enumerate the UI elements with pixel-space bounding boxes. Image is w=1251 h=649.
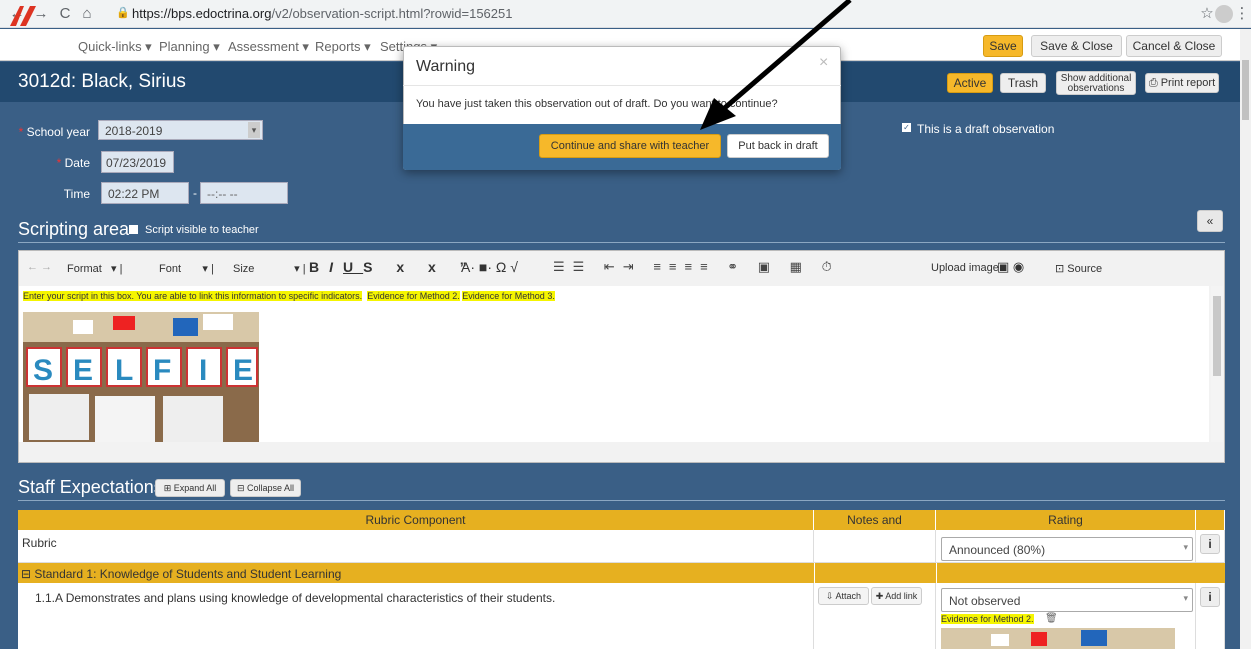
script-text-line: Enter your script in this box. You are a… bbox=[23, 291, 555, 301]
print-report-button[interactable]: ⎙ Print report bbox=[1145, 73, 1219, 93]
col-rating: Rating bbox=[936, 510, 1196, 530]
chevron-down-icon: ▾ bbox=[1183, 542, 1188, 552]
evidence-thumbnail bbox=[941, 628, 1175, 649]
editor-toolbar: ← → Format ▾ | Font ▾ | Size ▾ | BIUS x … bbox=[19, 256, 1223, 280]
page-title: 3012d: Black, Sirius bbox=[18, 71, 186, 92]
rating-select[interactable]: Not observed ▾ bbox=[941, 588, 1193, 612]
rubric-row-notes bbox=[814, 530, 936, 563]
add-link-button[interactable]: ✚ Add link bbox=[871, 587, 922, 605]
indicator-row-text: 1.1.A Demonstrates and plans using knowl… bbox=[18, 583, 814, 649]
trash-icon[interactable]: 🗑 bbox=[1045, 613, 1058, 624]
undo-icon[interactable]: ← → bbox=[27, 261, 52, 273]
selfie-photo: SELFIE bbox=[23, 312, 259, 442]
col-rubric-component: Rubric Component bbox=[18, 510, 814, 530]
font-dropdown[interactable]: Font ▾ | bbox=[159, 262, 214, 275]
format-dropdown[interactable]: Format ▾ | bbox=[67, 262, 122, 275]
date-label: * Date bbox=[56, 156, 90, 170]
expand-all-button[interactable]: ⊞ Expand All bbox=[155, 479, 225, 497]
svg-text:I: I bbox=[199, 354, 207, 387]
standard-divider bbox=[936, 563, 937, 583]
edoctrina-logo[interactable] bbox=[6, 4, 42, 28]
profile-avatar[interactable] bbox=[1215, 5, 1233, 23]
color-buttons[interactable]: A· ■· Ω √ bbox=[461, 259, 518, 275]
camera-icon[interactable]: ▣ ◉ bbox=[997, 259, 1024, 275]
menu-planning[interactable]: Planning ▾ bbox=[159, 39, 220, 55]
home-icon[interactable]: ⌂ bbox=[78, 4, 96, 24]
svg-text:E: E bbox=[73, 354, 93, 387]
upload-image-button[interactable]: Upload image bbox=[931, 262, 999, 274]
print-label: Print report bbox=[1160, 77, 1216, 89]
active-tab[interactable]: Active bbox=[947, 73, 993, 93]
section-divider bbox=[18, 500, 1225, 501]
time-end-input[interactable]: --:-- -- bbox=[200, 182, 288, 204]
svg-text:F: F bbox=[153, 354, 171, 387]
editor-content[interactable]: Enter your script in this box. You are a… bbox=[19, 286, 1223, 442]
col-info bbox=[1196, 510, 1225, 530]
rubric-row-label: Rubric bbox=[18, 530, 814, 563]
size-dropdown[interactable]: Size ▾ | bbox=[233, 262, 306, 275]
draft-checkbox[interactable]: ✓ bbox=[902, 123, 911, 132]
url-domain: https://bps.edoctrina.org bbox=[132, 6, 272, 21]
time-label: Time bbox=[63, 187, 90, 201]
trash-tab[interactable]: Trash bbox=[1000, 73, 1046, 93]
save-close-button[interactable]: Save & Close bbox=[1031, 35, 1122, 57]
save-button[interactable]: Save bbox=[983, 35, 1023, 57]
school-year-label: * School year bbox=[18, 125, 90, 139]
source-button[interactable]: ⊡ Source bbox=[1055, 262, 1102, 275]
attach-button[interactable]: ⇩ Attach bbox=[818, 587, 869, 605]
evidence-tag-3[interactable]: Evidence for Method 3. bbox=[462, 291, 555, 301]
row-evidence-tag[interactable]: Evidence for Method 2. bbox=[941, 614, 1034, 624]
browser-menu-icon[interactable]: ⋮ bbox=[1233, 4, 1251, 24]
print-icon: ⎙ bbox=[1148, 77, 1161, 89]
menu-assessment[interactable]: Assessment ▾ bbox=[228, 39, 309, 55]
school-year-select[interactable]: 2018-2019 bbox=[98, 120, 263, 140]
info-button[interactable]: i bbox=[1200, 534, 1220, 554]
chevron-down-icon: ▾ bbox=[1183, 593, 1188, 603]
menu-quick-links[interactable]: Quick-links ▾ bbox=[78, 39, 152, 55]
show-additional-button[interactable]: Show additional observations bbox=[1056, 71, 1136, 95]
rubric-select[interactable]: Announced (80%) ▾ bbox=[941, 537, 1193, 561]
section-divider bbox=[18, 242, 1225, 243]
script-visible-label: Script visible to teacher bbox=[145, 224, 259, 236]
star-icon[interactable]: ☆ bbox=[1198, 4, 1216, 24]
script-text: Enter your script in this box. You are a… bbox=[23, 291, 363, 301]
draft-label: This is a draft observation bbox=[917, 122, 1055, 136]
svg-text:E: E bbox=[233, 354, 253, 387]
modal-title: Warning bbox=[416, 58, 475, 75]
svg-text:L: L bbox=[115, 354, 133, 387]
scripting-title: Scripting area bbox=[18, 219, 130, 239]
url-path: /v2/observation-script.html?rowid=156251 bbox=[271, 6, 513, 21]
list-align-buttons[interactable]: ☰☰ ⇤⇥ ≡≡≡≡ ⚭ ▣ ▦ ⏱ bbox=[553, 259, 840, 275]
time-separator: - bbox=[193, 186, 197, 200]
info-button[interactable]: i bbox=[1200, 587, 1220, 607]
collapse-panel-button[interactable]: « bbox=[1197, 210, 1223, 232]
date-input[interactable]: 07/23/2019 bbox=[101, 151, 174, 173]
col-notes: Notes and Attachments bbox=[814, 510, 936, 547]
cancel-close-button[interactable]: Cancel & Close bbox=[1126, 35, 1222, 57]
script-visible-checkbox[interactable] bbox=[129, 225, 138, 234]
url-text[interactable]: https://bps.edoctrina.org/v2/observation… bbox=[132, 6, 512, 21]
page-scrollbar[interactable] bbox=[1240, 29, 1251, 649]
school-year-value: 2018-2019 bbox=[105, 124, 163, 138]
chevron-down-icon[interactable]: ▾ bbox=[248, 122, 260, 138]
editor-scrollbar-thumb[interactable] bbox=[1213, 296, 1221, 376]
show-additional-line2: observations bbox=[1067, 83, 1125, 94]
collapse-all-button[interactable]: ⊟ Collapse All bbox=[230, 479, 301, 497]
reload-icon[interactable]: C bbox=[56, 4, 74, 24]
time-start-input[interactable]: 02:22 PM bbox=[101, 182, 189, 204]
menu-reports[interactable]: Reports ▾ bbox=[315, 39, 371, 55]
evidence-tag-2[interactable]: Evidence for Method 2. bbox=[367, 291, 460, 301]
svg-text:S: S bbox=[33, 354, 53, 387]
staff-expectations-title: Staff Expectations bbox=[18, 477, 163, 497]
scrollbar-thumb[interactable] bbox=[1242, 60, 1249, 120]
format-buttons[interactable]: BIUS x x ” bbox=[309, 259, 477, 275]
standard-label[interactable]: ⊟ Standard 1: Knowledge of Students and … bbox=[21, 567, 341, 581]
annotation-arrow bbox=[700, 0, 852, 130]
standard-divider bbox=[814, 563, 815, 583]
lock-icon: 🔒 bbox=[116, 7, 130, 19]
